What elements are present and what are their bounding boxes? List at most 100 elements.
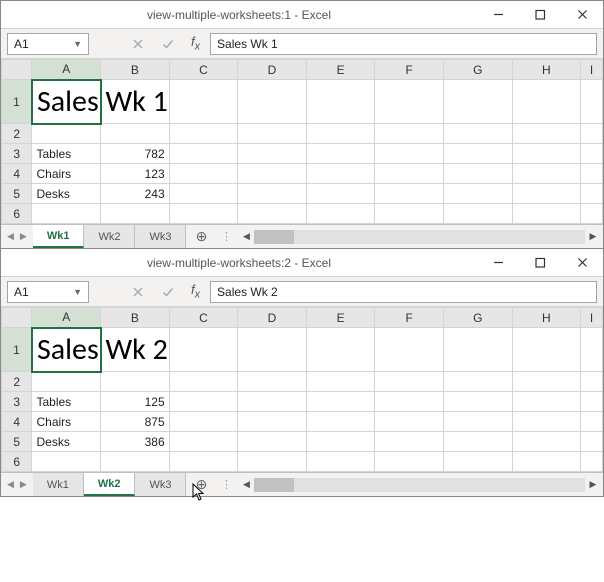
cell[interactable] bbox=[169, 372, 238, 392]
sheet-tab-wk3[interactable]: Wk3 bbox=[135, 225, 186, 248]
cell[interactable] bbox=[238, 432, 307, 452]
cell[interactable]: Tables bbox=[32, 392, 101, 412]
next-sheet-icon[interactable]: ▶ bbox=[20, 479, 27, 490]
cell[interactable] bbox=[581, 392, 603, 412]
cell[interactable] bbox=[101, 452, 170, 472]
cancel-icon[interactable] bbox=[125, 281, 151, 303]
cell[interactable] bbox=[306, 80, 375, 124]
cell[interactable] bbox=[306, 328, 375, 372]
table-row[interactable]: 3Tables125 bbox=[2, 392, 603, 412]
cell[interactable] bbox=[169, 124, 238, 144]
col-header[interactable]: B bbox=[101, 60, 170, 80]
cell[interactable]: 782 bbox=[101, 144, 170, 164]
cell[interactable] bbox=[238, 144, 307, 164]
cell[interactable] bbox=[306, 392, 375, 412]
row-header[interactable]: 3 bbox=[2, 144, 32, 164]
enter-icon[interactable] bbox=[155, 33, 181, 55]
name-box[interactable]: A1 ▼ bbox=[7, 33, 89, 55]
col-header[interactable]: F bbox=[375, 60, 444, 80]
cell[interactable] bbox=[581, 164, 603, 184]
cell[interactable] bbox=[238, 204, 307, 224]
cell[interactable] bbox=[306, 432, 375, 452]
column-headers[interactable]: A B C D E F G H I bbox=[2, 308, 603, 328]
cell[interactable] bbox=[375, 124, 444, 144]
formula-input[interactable]: Sales Wk 1 bbox=[210, 33, 597, 55]
row-header[interactable]: 2 bbox=[2, 372, 32, 392]
cell[interactable] bbox=[238, 452, 307, 472]
row-header[interactable]: 2 bbox=[2, 124, 32, 144]
cell[interactable] bbox=[512, 204, 581, 224]
table-row[interactable]: 2 bbox=[2, 372, 603, 392]
sheet-tab-wk1[interactable]: Wk1 bbox=[33, 225, 85, 248]
enter-icon[interactable] bbox=[155, 281, 181, 303]
col-header[interactable]: B bbox=[101, 308, 170, 328]
col-header[interactable]: E bbox=[306, 60, 375, 80]
col-header[interactable]: I bbox=[581, 60, 603, 80]
cell[interactable] bbox=[581, 412, 603, 432]
cell[interactable] bbox=[238, 164, 307, 184]
cell[interactable] bbox=[169, 144, 238, 164]
col-header[interactable]: F bbox=[375, 308, 444, 328]
prev-sheet-icon[interactable]: ◀ bbox=[7, 231, 14, 242]
sheet-tab-wk2[interactable]: Wk2 bbox=[84, 473, 136, 496]
cell[interactable] bbox=[375, 204, 444, 224]
horizontal-scrollbar[interactable]: ◀ ▶ bbox=[236, 225, 603, 248]
scroll-right-icon[interactable]: ▶ bbox=[585, 229, 601, 245]
cell[interactable] bbox=[101, 124, 170, 144]
row-header[interactable]: 1 bbox=[2, 80, 32, 124]
cell[interactable] bbox=[443, 452, 512, 472]
sheet-tab-wk3[interactable]: Wk3 bbox=[135, 473, 186, 496]
cell[interactable] bbox=[375, 372, 444, 392]
fx-icon[interactable]: fx bbox=[185, 34, 206, 53]
cell[interactable] bbox=[512, 412, 581, 432]
cell[interactable]: Sales Wk 1 bbox=[32, 80, 101, 124]
cell[interactable]: 243 bbox=[101, 184, 170, 204]
cell[interactable] bbox=[169, 452, 238, 472]
col-header[interactable]: D bbox=[238, 308, 307, 328]
cell[interactable] bbox=[443, 392, 512, 412]
cell[interactable] bbox=[238, 184, 307, 204]
cell[interactable] bbox=[101, 372, 170, 392]
minimize-button[interactable] bbox=[477, 1, 519, 29]
row-header[interactable]: 5 bbox=[2, 432, 32, 452]
cell[interactable] bbox=[512, 184, 581, 204]
cell[interactable] bbox=[512, 432, 581, 452]
grid-area[interactable]: A B C D E F G H I 1 Sales Wk 1 bbox=[1, 59, 603, 224]
cell[interactable] bbox=[306, 452, 375, 472]
scroll-track[interactable] bbox=[254, 230, 585, 244]
formula-input[interactable]: Sales Wk 2 bbox=[210, 281, 597, 303]
cell[interactable] bbox=[238, 328, 307, 372]
close-button[interactable] bbox=[561, 1, 603, 29]
cell[interactable] bbox=[169, 412, 238, 432]
cell[interactable] bbox=[512, 164, 581, 184]
minimize-button[interactable] bbox=[477, 249, 519, 277]
cell[interactable]: 386 bbox=[101, 432, 170, 452]
col-header[interactable]: H bbox=[512, 308, 581, 328]
row-header[interactable]: 1 bbox=[2, 328, 32, 372]
scroll-thumb[interactable] bbox=[254, 230, 294, 244]
cell[interactable] bbox=[32, 452, 101, 472]
horizontal-scrollbar[interactable]: ◀ ▶ bbox=[236, 473, 603, 496]
cell[interactable] bbox=[512, 372, 581, 392]
add-sheet-button[interactable]: ⊕ bbox=[186, 225, 216, 248]
row-header[interactable]: 4 bbox=[2, 164, 32, 184]
cell[interactable] bbox=[375, 452, 444, 472]
cell[interactable] bbox=[443, 144, 512, 164]
cell[interactable] bbox=[238, 80, 307, 124]
cell[interactable] bbox=[581, 144, 603, 164]
cell[interactable] bbox=[375, 412, 444, 432]
cell[interactable] bbox=[101, 204, 170, 224]
cell[interactable] bbox=[375, 80, 444, 124]
cell[interactable] bbox=[32, 204, 101, 224]
cell[interactable]: Desks bbox=[32, 184, 101, 204]
col-header[interactable]: E bbox=[306, 308, 375, 328]
cell[interactable] bbox=[512, 80, 581, 124]
cell[interactable] bbox=[443, 412, 512, 432]
cell[interactable] bbox=[375, 164, 444, 184]
cell[interactable]: Tables bbox=[32, 144, 101, 164]
cancel-icon[interactable] bbox=[125, 33, 151, 55]
table-row[interactable]: 4Chairs875 bbox=[2, 412, 603, 432]
cell[interactable] bbox=[238, 124, 307, 144]
spreadsheet-grid[interactable]: A B C D E F G H I 1 Sales Wk 1 bbox=[1, 59, 603, 224]
table-row[interactable]: 2 bbox=[2, 124, 603, 144]
